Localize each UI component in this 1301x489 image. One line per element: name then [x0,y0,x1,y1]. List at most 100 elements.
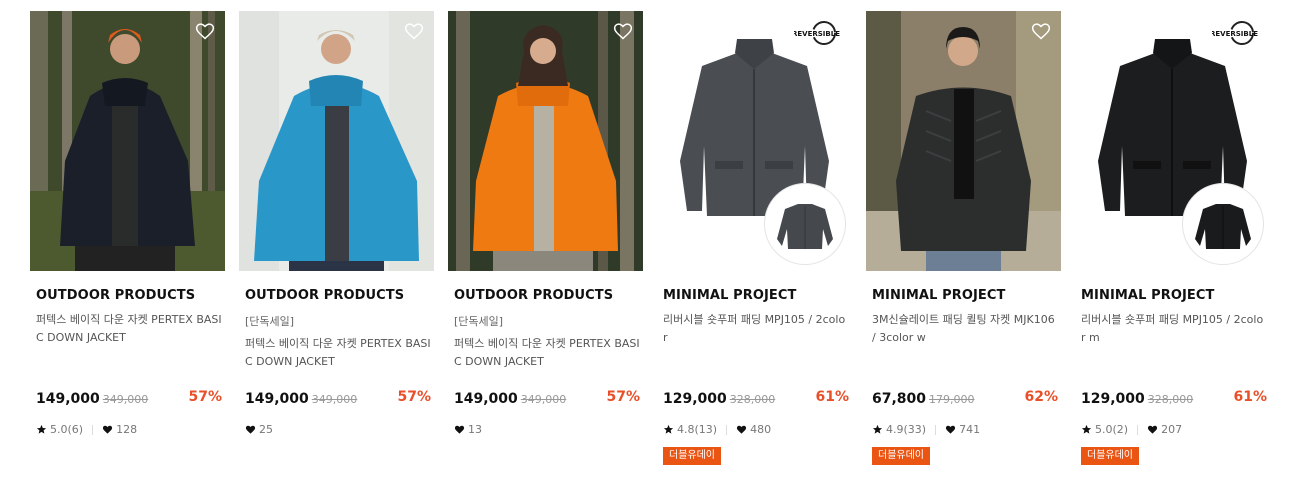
price-row: 129,000 328,000 61% [663,388,849,408]
heart-icon [245,425,256,434]
product-meta: 5.0(2) 207 [1081,423,1182,436]
like-count: 128 [116,423,138,436]
meta-divider [1137,424,1139,435]
heart-icon [1147,425,1158,434]
product-card[interactable]: REVERSIBLE MINIMAL PROJECT 리버시블 숏푸퍼 패딩 M… [657,11,852,481]
coupon-badge: 더블유데이 [663,447,721,465]
star-icon [36,424,47,434]
product-name[interactable]: 퍼텍스 베이직 다운 자켓 PERTEX BASIC DOWN JACKET [245,335,431,371]
brand-name[interactable]: OUTDOOR PRODUCTS [454,288,613,303]
like-count: 741 [959,423,981,436]
meta-divider [935,424,937,435]
product-card[interactable]: OUTDOOR PRODUCTS 퍼텍스 베이직 다운 자켓 PERTEX BA… [30,11,225,481]
meta-divider [726,424,728,435]
blue-down-jacket-image [239,11,434,271]
heart-icon [454,425,465,434]
original-price: 349,000 [102,393,149,406]
quilted-jacket-model-image [866,11,1061,271]
reversible-label: REVERSIBLE [1212,30,1258,38]
price-row: 149,000 349,000 57% [36,388,222,408]
product-image[interactable] [239,11,434,271]
rating-text: 5.0(2) [1095,423,1129,436]
heart-icon [102,425,113,434]
price-row: 67,800 179,000 62% [872,388,1058,408]
brand-name[interactable]: MINIMAL PROJECT [1081,288,1215,303]
sale-tag: [단독세일] [245,315,295,328]
heart-icon [945,425,956,434]
product-card[interactable]: MINIMAL PROJECT 3M신슐레이트 패딩 퀼팅 자켓 MJK106 … [866,11,1061,481]
rating-text: 5.0(6) [50,423,84,436]
star-icon [872,424,883,434]
product-image[interactable]: REVERSIBLE [1075,11,1270,271]
coupon-badge: 더블유데이 [872,447,930,465]
product-name[interactable]: 퍼텍스 베이직 다운 자켓 PERTEX BASIC DOWN JACKET [454,335,640,371]
meta-divider [92,424,94,435]
product-name[interactable]: 3M신슐레이트 패딩 퀼팅 자켓 MJK106 / 3color w [872,311,1058,347]
coupon-badge: 더블유데이 [1081,447,1139,465]
product-meta: 25 [245,423,273,436]
product-card[interactable]: OUTDOOR PRODUCTS [단독세일] 퍼텍스 베이직 다운 자켓 PE… [448,11,643,481]
sale-price: 149,000 [36,391,100,407]
discount-rate: 61% [1233,389,1267,405]
original-price: 349,000 [520,393,567,406]
thumbnail-jacket-image [1195,204,1251,249]
price-row: 149,000 349,000 57% [454,388,640,408]
reversible-badge-icon: REVERSIBLE [794,21,840,45]
product-meta: 13 [454,423,482,436]
brand-name[interactable]: MINIMAL PROJECT [663,288,797,303]
product-meta: 4.9(33) 741 [872,423,980,436]
product-card[interactable]: REVERSIBLE MINIMAL PROJECT 리버시블 숏푸퍼 패딩 M… [1075,11,1270,481]
like-count: 480 [750,423,772,436]
rating-text: 4.8(13) [677,423,718,436]
discount-rate: 57% [188,389,222,405]
original-price: 328,000 [729,393,776,406]
discount-rate: 61% [815,389,849,405]
sale-tag: [단독세일] [454,315,504,328]
product-name[interactable]: 리버시블 숏푸퍼 패딩 MPJ105 / 2color m [1081,311,1267,347]
sale-price: 129,000 [663,391,727,407]
like-count: 25 [259,423,273,436]
brand-name[interactable]: MINIMAL PROJECT [872,288,1006,303]
like-count: 13 [468,423,482,436]
discount-rate: 62% [1024,389,1058,405]
original-price: 328,000 [1147,393,1194,406]
price-row: 129,000 328,000 61% [1081,388,1267,408]
discount-rate: 57% [606,389,640,405]
sale-price: 67,800 [872,391,927,407]
like-count: 207 [1161,423,1183,436]
product-image[interactable] [866,11,1061,271]
star-icon [663,424,674,434]
black-down-jacket-image [30,11,225,271]
color-thumbnail[interactable] [1182,183,1264,265]
product-grid: OUTDOOR PRODUCTS 퍼텍스 베이직 다운 자켓 PERTEX BA… [0,0,1301,489]
wishlist-heart-icon[interactable] [404,21,424,41]
reversible-label: REVERSIBLE [794,30,840,38]
wishlist-heart-icon[interactable] [1031,21,1051,41]
color-thumbnail[interactable] [764,183,846,265]
star-icon [1081,424,1092,434]
product-meta: 4.8(13) 480 [663,423,771,436]
product-image[interactable]: REVERSIBLE [657,11,852,271]
discount-rate: 57% [397,389,431,405]
original-price: 179,000 [929,393,975,406]
product-image[interactable] [448,11,643,271]
product-image[interactable] [30,11,225,271]
price-row: 149,000 349,000 57% [245,388,431,408]
brand-name[interactable]: OUTDOOR PRODUCTS [245,288,404,303]
original-price: 349,000 [311,393,358,406]
reversible-badge-icon: REVERSIBLE [1212,21,1258,45]
product-name[interactable]: 리버시블 숏푸퍼 패딩 MPJ105 / 2color [663,311,849,347]
product-name[interactable]: 퍼텍스 베이직 다운 자켓 PERTEX BASIC DOWN JACKET [36,311,222,347]
product-card[interactable]: OUTDOOR PRODUCTS [단독세일] 퍼텍스 베이직 다운 자켓 PE… [239,11,434,481]
brand-name[interactable]: OUTDOOR PRODUCTS [36,288,195,303]
sale-price: 149,000 [245,391,309,407]
thumbnail-jacket-image [777,204,833,249]
sale-price: 149,000 [454,391,518,407]
sale-price: 129,000 [1081,391,1145,407]
heart-icon [736,425,747,434]
wishlist-heart-icon[interactable] [195,21,215,41]
wishlist-heart-icon[interactable] [613,21,633,41]
product-meta: 5.0(6) 128 [36,423,137,436]
rating-text: 4.9(33) [886,423,927,436]
orange-down-jacket-image [448,11,643,271]
